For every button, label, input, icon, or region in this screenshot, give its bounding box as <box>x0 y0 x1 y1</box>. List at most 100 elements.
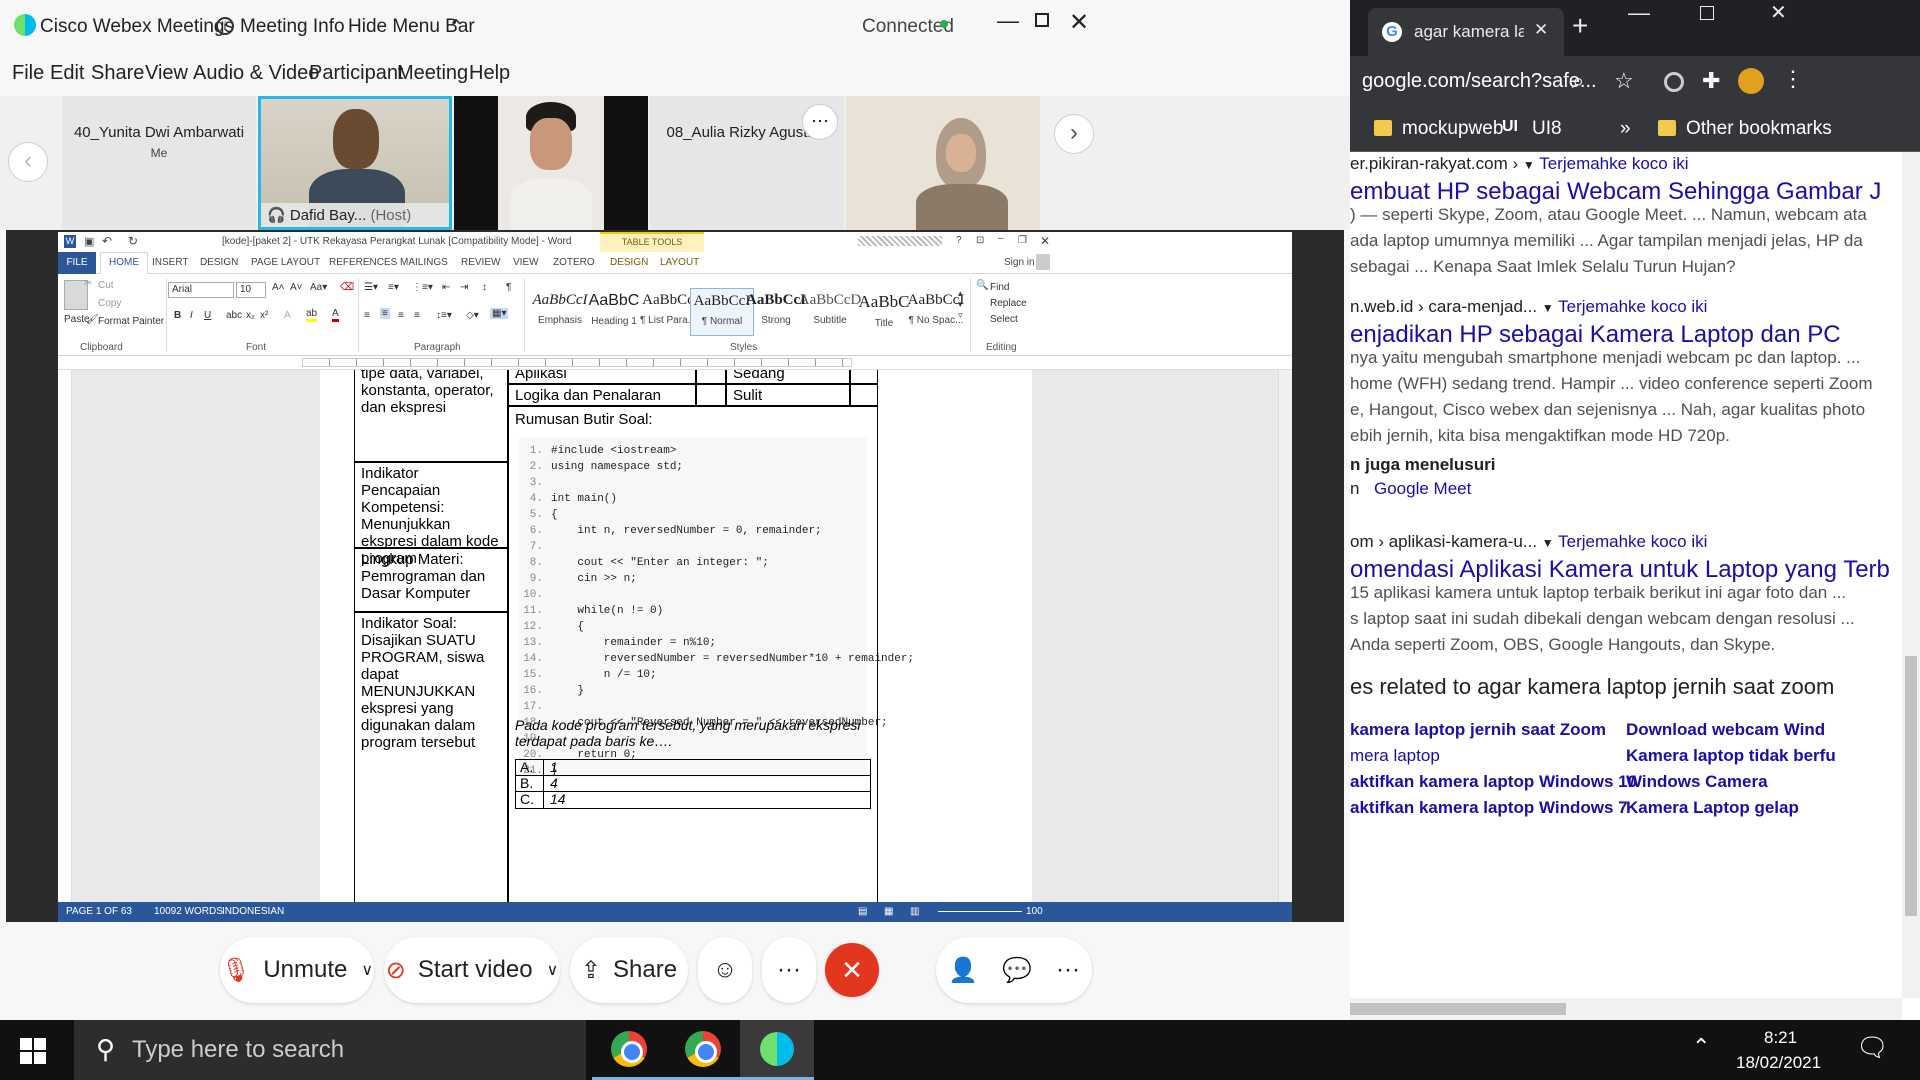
menu-file[interactable]: File <box>12 62 44 85</box>
change-case-icon[interactable]: Aa▾ <box>310 282 327 293</box>
related-search-link[interactable]: Kamera Laptop gelap <box>1626 798 1799 818</box>
related-search-link[interactable]: kamera laptop jernih saat Zoom <box>1350 720 1606 740</box>
result-breadcrumb[interactable]: er.pikiran-rakyat.com › ▼ Terjemahke koc… <box>1350 154 1689 174</box>
bookmark-mockupweb[interactable]: mockupweb <box>1402 118 1503 140</box>
cut-button[interactable]: Cut <box>98 280 114 291</box>
line-spacing-icon[interactable]: ↕≡▾ <box>436 310 452 321</box>
new-tab-icon[interactable]: + <box>1572 10 1588 42</box>
chevron-right-icon[interactable]: › <box>1054 114 1094 154</box>
chrome-vertical-scrollbar[interactable] <box>1902 152 1920 998</box>
chat-icon[interactable]: 💬 <box>1002 956 1032 985</box>
menu-help[interactable]: Help <box>469 62 510 85</box>
taskbar-chrome-app[interactable] <box>666 1020 740 1080</box>
bullets-icon[interactable]: ☰▾ <box>364 282 378 293</box>
tab-table-design[interactable]: DESIGN <box>610 257 648 268</box>
tab-file[interactable]: FILE <box>58 252 96 274</box>
participant-tile[interactable]: 40_Yunita Dwi Ambarwati Me <box>62 96 256 230</box>
zoom-level[interactable]: 100 <box>1026 906 1043 917</box>
chrome-menu-icon[interactable]: ⋮ <box>1782 66 1804 92</box>
word-minimize-icon[interactable]: – <box>998 233 1004 244</box>
tab-mailings[interactable]: MAILINGS <box>400 257 448 268</box>
undo-icon[interactable]: ↶ <box>102 234 112 248</box>
justify-icon[interactable]: ≡ <box>414 310 420 321</box>
minimize-icon[interactable]: — <box>997 8 1019 34</box>
tab-table-layout[interactable]: LAYOUT <box>660 257 699 268</box>
find-button[interactable]: Find <box>990 282 1009 293</box>
bookmark-ui8[interactable]: UI8 <box>1532 118 1562 140</box>
participant-tile[interactable] <box>454 96 648 230</box>
chevron-left-icon[interactable]: ‹ <box>8 142 48 182</box>
related-search-link[interactable]: Windows Camera <box>1626 772 1768 792</box>
styles-scroll-icon[interactable]: ▴ ▾ ▿ <box>958 288 963 321</box>
menu-share[interactable]: Share <box>91 62 144 85</box>
more-options-icon[interactable]: ··· <box>802 104 838 140</box>
bookmark-star-icon[interactable]: ☆ <box>1614 68 1634 94</box>
align-right-icon[interactable]: ≡ <box>398 310 404 321</box>
clock-date[interactable]: 18/02/2021 <box>1736 1053 1821 1073</box>
more-icon[interactable]: ··· <box>1056 956 1080 984</box>
search-icon[interactable]: ⌕ <box>1572 68 1584 94</box>
bookmarks-overflow[interactable]: » <box>1620 118 1631 140</box>
end-meeting-button[interactable]: ✕ <box>825 943 879 997</box>
tab-review[interactable]: REVIEW <box>461 257 500 268</box>
text-effects-icon[interactable]: A <box>284 310 291 321</box>
align-left-icon[interactable]: ≡ <box>364 310 370 321</box>
chrome-horizontal-scrollbar[interactable] <box>1350 998 1902 1020</box>
related-search-link[interactable]: Kamera laptop tidak berfu <box>1626 746 1836 766</box>
unmute-button[interactable]: 🎙 Unmute ∨ <box>220 937 374 1003</box>
highlight-icon[interactable]: ab <box>306 308 318 322</box>
menu-view[interactable]: View <box>145 62 188 85</box>
related-search-link[interactable]: mera laptop <box>1350 746 1440 766</box>
save-icon[interactable]: ▣ <box>84 235 94 248</box>
font-size-input[interactable]: 10 <box>236 282 266 298</box>
extension-icon[interactable] <box>1664 72 1684 92</box>
tab-references[interactable]: REFERENCES <box>329 257 397 268</box>
participants-icon[interactable]: 👤 <box>948 956 978 985</box>
profile-avatar[interactable] <box>1738 68 1764 94</box>
decrease-indent-icon[interactable]: ⇤ <box>442 282 450 293</box>
grow-font-icon[interactable]: A˄ <box>272 282 285 293</box>
read-mode-icon[interactable]: ▤ <box>858 906 867 917</box>
participant-tile[interactable]: 08_Aulia Rizky Agustine ··· <box>650 96 844 230</box>
share-button[interactable]: ⇪ Share <box>570 937 688 1003</box>
participant-tile-host[interactable]: 🎧 Dafid Bay... (Host) <box>258 96 452 230</box>
windows-start-icon[interactable] <box>20 1038 46 1064</box>
browser-tab[interactable]: G agar kamera la ✕ <box>1368 8 1564 56</box>
help-icon[interactable]: ? <box>956 235 962 246</box>
menu-audio-video[interactable]: Audio & Video <box>193 62 319 85</box>
taskbar-chrome-app[interactable] <box>592 1020 666 1080</box>
more-options-button[interactable]: ··· <box>762 937 816 1003</box>
tab-design[interactable]: DESIGN <box>200 257 238 268</box>
menu-meeting[interactable]: Meeting <box>397 62 468 85</box>
numbering-icon[interactable]: ≡▾ <box>388 282 399 293</box>
chrome-close-icon[interactable]: ✕ <box>1770 0 1787 25</box>
reactions-button[interactable]: ☺ <box>698 937 752 1003</box>
tab-insert[interactable]: INSERT <box>152 257 189 268</box>
increase-indent-icon[interactable]: ⇥ <box>460 282 468 293</box>
pilcrow-icon[interactable]: ¶ <box>506 282 511 293</box>
tab-page-layout[interactable]: PAGE LAYOUT <box>251 257 320 268</box>
scrollbar-thumb[interactable] <box>1350 1003 1566 1015</box>
maximize-icon[interactable] <box>1035 13 1049 27</box>
menu-edit[interactable]: Edit <box>50 62 84 85</box>
notifications-icon[interactable]: 🗨 <box>1856 1032 1889 1063</box>
related-search-link[interactable]: Download webcam Wind <box>1626 720 1825 740</box>
font-name-input[interactable]: Arial <box>168 282 234 298</box>
superscript-icon[interactable]: x² <box>260 310 268 321</box>
address-bar[interactable]: google.com/search?safe... <box>1362 70 1597 93</box>
close-icon[interactable]: ✕ <box>1069 8 1089 37</box>
chevron-up-icon[interactable]: ⌃ <box>448 16 464 39</box>
underline-icon[interactable]: U <box>204 310 211 321</box>
shrink-font-icon[interactable]: A˅ <box>290 282 303 293</box>
taskbar-search-box[interactable]: ⚲ Type here to search <box>74 1020 586 1080</box>
word-vertical-scrollbar[interactable] <box>1278 370 1292 902</box>
replace-button[interactable]: Replace <box>990 298 1027 309</box>
subscript-icon[interactable]: x₂ <box>246 310 255 321</box>
align-center-icon[interactable]: ≡ <box>380 308 390 319</box>
zoom-slider[interactable] <box>938 911 1022 912</box>
ribbon-display-icon[interactable]: ⊡ <box>976 235 984 246</box>
chrome-minimize-icon[interactable]: — <box>1628 0 1650 26</box>
font-color-icon[interactable]: A <box>332 308 339 322</box>
related-search-link[interactable]: aktifkan kamera laptop Windows 10 <box>1350 772 1637 792</box>
select-button[interactable]: Select <box>990 314 1018 325</box>
